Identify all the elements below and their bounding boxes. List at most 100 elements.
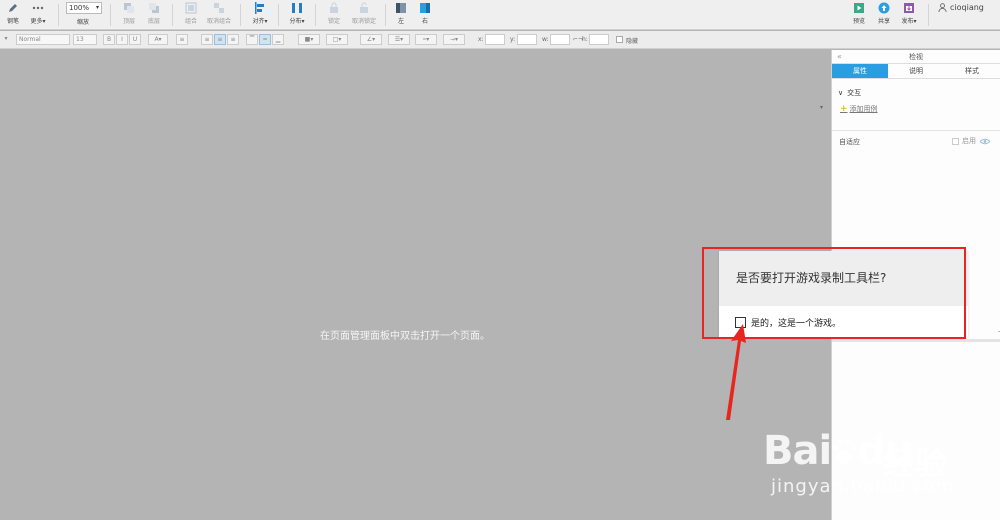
lock-button[interactable]: 锁定: [325, 1, 343, 29]
height-input[interactable]: [589, 34, 609, 45]
style-select[interactable]: Normal: [16, 34, 70, 45]
adaptive-enable-toggle[interactable]: 启用: [952, 136, 990, 146]
enable-checkbox[interactable]: [952, 137, 959, 145]
align-left-text-button[interactable]: ≡: [201, 34, 213, 45]
view-icon[interactable]: [980, 138, 990, 145]
bold-button[interactable]: B: [103, 34, 115, 45]
username: cioqiang: [950, 3, 984, 12]
valign-bottom-button[interactable]: ▁: [272, 34, 284, 45]
toolbar-separator: [315, 4, 316, 26]
group-button[interactable]: 组合: [182, 1, 200, 29]
bullet-list-button[interactable]: ≡: [176, 34, 188, 45]
zoom-select[interactable]: 100% ▾: [66, 2, 102, 14]
user-menu[interactable]: cioqiang: [938, 3, 984, 12]
shadow-button[interactable]: □▾: [326, 34, 348, 45]
line-width-button[interactable]: ☰▾: [388, 34, 410, 45]
line-color-button[interactable]: ∠▾: [360, 34, 382, 45]
panel-right-icon: [420, 3, 430, 13]
fill-color-button[interactable]: ■▾: [298, 34, 320, 45]
interaction-section-toggle[interactable]: ∨ 交互: [838, 88, 861, 98]
x-label: x:: [478, 36, 484, 43]
panel-bottom-divider: [832, 339, 1000, 342]
more-button[interactable]: 更多▾: [27, 1, 49, 29]
group-icon: [185, 2, 197, 14]
arrow-style-button[interactable]: →▾: [443, 34, 465, 45]
x-input[interactable]: [485, 34, 505, 45]
hide-label: 隐藏: [626, 38, 639, 45]
font-size-value: 13: [76, 36, 84, 43]
distribute-button[interactable]: 分布▾: [287, 1, 307, 29]
preview-button[interactable]: 预览: [850, 1, 868, 29]
right-panel-button[interactable]: 右: [418, 1, 432, 29]
line-style-button[interactable]: ┅▾: [415, 34, 437, 45]
chevron-down-icon: ▾: [95, 4, 99, 11]
italic-button[interactable]: I: [116, 34, 128, 45]
is-game-checkbox[interactable]: [735, 316, 746, 328]
design-canvas[interactable]: 在页面管理面板中双击打开一个页面。 ▾: [0, 50, 831, 520]
group-label: 组合: [184, 18, 197, 25]
canvas-menu-icon[interactable]: ▾: [820, 104, 823, 111]
font-size-select[interactable]: 13: [73, 34, 97, 45]
tab-style[interactable]: 样式: [944, 64, 1000, 78]
send-to-bottom-button[interactable]: 底层: [145, 1, 163, 29]
more-label: 更多▾: [30, 18, 46, 25]
more-dots-icon: [32, 6, 44, 10]
cloud-upload-icon: [878, 2, 890, 14]
y-input[interactable]: [517, 34, 537, 45]
y-label: y:: [510, 36, 516, 43]
ungroup-button[interactable]: 取消组合: [205, 1, 233, 29]
main-toolbar: 钢笔 更多▾ 100% ▾ 缩放 顶层 底层 组合 取消组合 对齐▾ 分布▾ 锁定…: [0, 0, 1000, 30]
baidu-watermark: Bai du 经验 jingyan.baidu.com: [763, 410, 993, 505]
font-color-button[interactable]: A▾: [148, 34, 168, 45]
tab-properties[interactable]: 属性: [832, 64, 888, 78]
share-label: 共享: [877, 18, 890, 25]
underline-button[interactable]: U: [129, 34, 141, 45]
pen-icon: [9, 4, 17, 12]
fill-color-icon: ■▾: [304, 36, 314, 43]
align-right-text-button[interactable]: ≡: [227, 34, 239, 45]
top-label: 顶层: [122, 18, 135, 25]
plus-icon: +: [840, 104, 848, 114]
left-panel-button[interactable]: 左: [394, 1, 408, 29]
ungroup-label: 取消组合: [206, 18, 231, 25]
valign-top-button[interactable]: ▔: [246, 34, 258, 45]
pen-tool-button[interactable]: 钢笔: [4, 1, 22, 29]
distribute-icon: [292, 3, 302, 13]
left-label: 左: [397, 18, 404, 25]
line-color-icon: ∠▾: [366, 36, 376, 43]
interaction-title: 交互: [847, 89, 862, 97]
game-checkbox-row[interactable]: 是的，这是一个游戏。: [719, 306, 968, 338]
valign-bottom-icon: ▁: [275, 36, 281, 43]
collapse-panel-icon[interactable]: «: [837, 50, 842, 64]
toolbar-separator: [928, 4, 929, 26]
zoom-label: 缩放: [77, 19, 90, 26]
add-case-link[interactable]: + 添加用例: [840, 104, 878, 114]
chevron-down-icon: ∨: [838, 89, 844, 97]
zoom-value: 100%: [69, 4, 90, 12]
format-collapse-button[interactable]: ▾: [2, 34, 10, 45]
align-center-text-button[interactable]: ≡: [214, 34, 226, 45]
valign-middle-button[interactable]: ━: [259, 34, 271, 45]
unlock-button[interactable]: 取消锁定: [350, 1, 378, 29]
align-button[interactable]: 对齐▾: [250, 1, 270, 29]
share-button[interactable]: 共享: [875, 1, 893, 29]
layer-bottom-icon: [149, 3, 159, 13]
canvas-hint-text: 在页面管理面板中双击打开一个页面。: [320, 331, 490, 342]
adaptive-label: 自适应: [839, 138, 860, 146]
unlock-label: 取消锁定: [351, 18, 376, 25]
tab-notes[interactable]: 说明: [888, 64, 944, 78]
h-label: h:: [582, 36, 588, 43]
underline-glyph: U: [132, 36, 138, 43]
shadow-icon: □▾: [332, 36, 342, 43]
valign-top-icon: ▔: [249, 36, 255, 43]
width-input[interactable]: [550, 34, 570, 45]
toolbar-separator: [58, 4, 59, 26]
right-label: 右: [421, 18, 428, 25]
is-game-label: 是的，这是一个游戏。: [751, 318, 842, 329]
bring-to-top-button[interactable]: 顶层: [120, 1, 138, 29]
add-case-label: 添加用例: [849, 105, 878, 113]
pen-tool-label: 钢笔: [6, 18, 19, 25]
publish-button[interactable]: 发布▾: [898, 1, 920, 29]
hide-checkbox[interactable]: [616, 36, 623, 43]
game-recording-dialog: 是否要打开游戏录制工具栏? 是的，这是一个游戏。: [719, 251, 968, 338]
